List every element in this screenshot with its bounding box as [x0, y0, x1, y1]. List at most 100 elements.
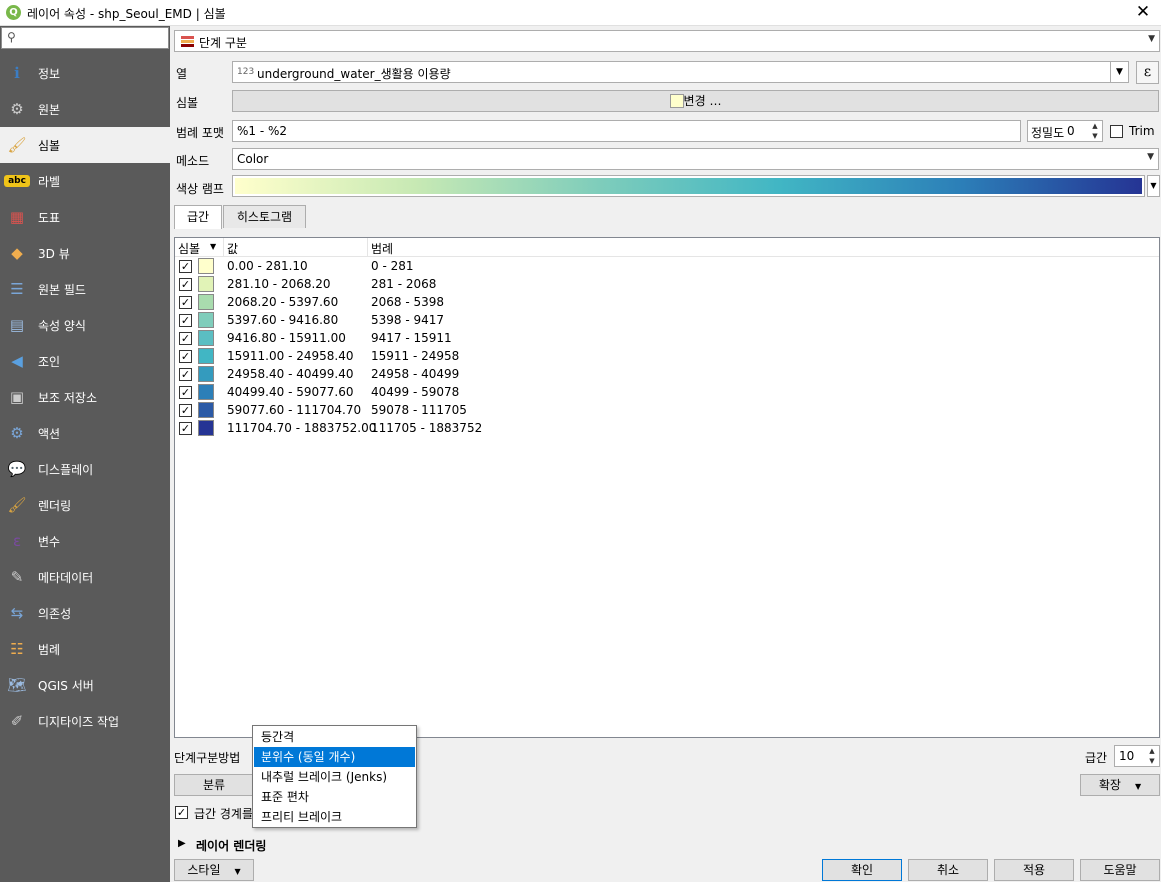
table-row[interactable]: ✓ 2068.20 - 5397.60 2068 - 5398 [175, 293, 1159, 311]
change-symbol-button[interactable]: 변경 … [232, 90, 1159, 112]
table-row[interactable]: ✓ 5397.60 - 9416.80 5398 - 9417 [175, 311, 1159, 329]
class-legend[interactable]: 59078 - 111705 [371, 403, 467, 417]
table-row[interactable]: ✓ 59077.60 - 111704.70 59078 - 111705 [175, 401, 1159, 419]
ok-button[interactable]: 확인 [822, 859, 902, 881]
cancel-button[interactable]: 취소 [908, 859, 988, 881]
sidebar-item[interactable]: ◀ 조인 [0, 343, 170, 379]
class-color-swatch[interactable] [198, 348, 214, 364]
class-color-swatch[interactable] [198, 258, 214, 274]
class-color-swatch[interactable] [198, 384, 214, 400]
table-row[interactable]: ✓ 281.10 - 2068.20 281 - 2068 [175, 275, 1159, 293]
table-row[interactable]: ✓ 0.00 - 281.10 0 - 281 [175, 257, 1159, 275]
advanced-button[interactable]: 확장 ▼ [1080, 774, 1160, 796]
class-color-swatch[interactable] [198, 312, 214, 328]
classes-count-spinbox[interactable]: 10 ▲ ▼ [1114, 745, 1160, 767]
class-value[interactable]: 2068.20 - 5397.60 [227, 295, 338, 309]
table-row[interactable]: ✓ 111704.70 - 1883752.00 111705 - 1883752 [175, 419, 1159, 437]
class-legend[interactable]: 24958 - 40499 [371, 367, 459, 381]
color-ramp-dropdown[interactable]: ▼ [1147, 175, 1160, 197]
spin-down-icon[interactable]: ▼ [1146, 756, 1158, 766]
close-button[interactable]: ✕ [1133, 2, 1153, 22]
sidebar-item[interactable]: ⚙ 액션 [0, 415, 170, 451]
legend-format-input[interactable]: %1 - %2 [232, 120, 1021, 142]
sidebar-item[interactable]: ◆ 3D 뷰 [0, 235, 170, 271]
classes-table[interactable]: 심볼 ▼ 값 범례 ✓ 0.00 - 281.10 0 - 281 ✓ 281.10 -… [174, 237, 1160, 738]
sidebar-item[interactable]: ▤ 속성 양식 [0, 307, 170, 343]
expression-button[interactable]: ε [1136, 61, 1159, 84]
sidebar-item[interactable]: ▣ 보조 저장소 [0, 379, 170, 415]
header-symbol[interactable]: 심볼 [178, 240, 200, 257]
sidebar-item[interactable]: ▦ 도표 [0, 199, 170, 235]
header-legend[interactable]: 범례 [371, 240, 393, 257]
layer-rendering-label[interactable]: 레이어 렌더링 [196, 837, 266, 854]
spin-down-icon[interactable]: ▼ [1089, 131, 1101, 141]
table-row[interactable]: ✓ 24958.40 - 40499.40 24958 - 40499 [175, 365, 1159, 383]
sidebar-item[interactable]: ⇆ 의존성 [0, 595, 170, 631]
classify-button[interactable]: 분류 [174, 774, 254, 796]
tab-classes[interactable]: 급간 [174, 205, 222, 229]
sidebar-item[interactable]: abc 라벨 [0, 163, 170, 199]
method-combo[interactable]: Color ▼ [232, 148, 1159, 170]
class-visible-checkbox[interactable]: ✓ [179, 278, 192, 291]
help-button[interactable]: 도움말 [1080, 859, 1160, 881]
class-value[interactable]: 24958.40 - 40499.40 [227, 367, 353, 381]
class-color-swatch[interactable] [198, 420, 214, 436]
class-legend[interactable]: 40499 - 59078 [371, 385, 459, 399]
class-legend[interactable]: 9417 - 15911 [371, 331, 452, 345]
class-visible-checkbox[interactable]: ✓ [179, 332, 192, 345]
mode-dropdown-popup[interactable]: 등간격 분위수 (동일 개수) 내추럴 브레이크 (Jenks) 표준 편차 프리티 브… [252, 725, 417, 828]
sidebar-item[interactable]: 🗺 QGIS 서버 [0, 667, 170, 703]
expand-arrow-icon[interactable]: ▶ [178, 838, 186, 849]
mode-option[interactable]: 등간격 [254, 727, 415, 747]
class-value[interactable]: 15911.00 - 24958.40 [227, 349, 353, 363]
renderer-type-combo[interactable]: 단계 구분 ▼ [174, 30, 1160, 52]
class-visible-checkbox[interactable]: ✓ [179, 422, 192, 435]
class-value[interactable]: 59077.60 - 111704.70 [227, 403, 361, 417]
class-legend[interactable]: 0 - 281 [371, 259, 414, 273]
sidebar-item[interactable]: 🖌 렌더링 [0, 487, 170, 523]
class-legend[interactable]: 15911 - 24958 [371, 349, 459, 363]
sidebar-item[interactable]: 🖌 심볼 [0, 127, 170, 163]
class-visible-checkbox[interactable]: ✓ [179, 314, 192, 327]
sidebar-item[interactable]: 💬 디스플레이 [0, 451, 170, 487]
sidebar-item[interactable]: ✎ 메타데이터 [0, 559, 170, 595]
spin-up-icon[interactable]: ▲ [1146, 746, 1158, 756]
header-value[interactable]: 값 [227, 240, 238, 257]
class-color-swatch[interactable] [198, 366, 214, 382]
mode-option[interactable]: 내추럴 브레이크 (Jenks) [254, 767, 415, 787]
sidebar-item[interactable]: ℹ 정보 [0, 55, 170, 91]
class-visible-checkbox[interactable]: ✓ [179, 296, 192, 309]
class-visible-checkbox[interactable]: ✓ [179, 386, 192, 399]
class-legend[interactable]: 281 - 2068 [371, 277, 436, 291]
sidebar-search-input[interactable]: ⚲ [1, 27, 169, 49]
apply-button[interactable]: 적용 [994, 859, 1074, 881]
class-color-swatch[interactable] [198, 402, 214, 418]
sidebar-item[interactable]: ε 변수 [0, 523, 170, 559]
class-legend[interactable]: 5398 - 9417 [371, 313, 444, 327]
sidebar-item[interactable]: ☰ 원본 필드 [0, 271, 170, 307]
column-combo[interactable]: 123 underground_water_생활용 이용량 ▼ [232, 61, 1129, 83]
sidebar-item[interactable]: ⚙ 원본 [0, 91, 170, 127]
trim-checkbox[interactable] [1110, 125, 1123, 138]
mode-option[interactable]: 표준 편차 [254, 787, 415, 807]
spin-up-icon[interactable]: ▲ [1089, 121, 1101, 131]
class-value[interactable]: 5397.60 - 9416.80 [227, 313, 338, 327]
sidebar-item[interactable]: ✐ 디지타이즈 작업 [0, 703, 170, 739]
class-legend[interactable]: 111705 - 1883752 [371, 421, 482, 435]
class-color-swatch[interactable] [198, 276, 214, 292]
style-button[interactable]: 스타일 ▼ [174, 859, 254, 881]
link-class-boundaries-checkbox[interactable]: ✓ [175, 806, 188, 819]
class-visible-checkbox[interactable]: ✓ [179, 368, 192, 381]
mode-option[interactable]: 프리티 브레이크 [254, 807, 415, 827]
table-row[interactable]: ✓ 40499.40 - 59077.60 40499 - 59078 [175, 383, 1159, 401]
class-color-swatch[interactable] [198, 330, 214, 346]
table-row[interactable]: ✓ 9416.80 - 15911.00 9417 - 15911 [175, 329, 1159, 347]
class-visible-checkbox[interactable]: ✓ [179, 404, 192, 417]
color-ramp-button[interactable] [232, 175, 1145, 197]
sidebar-item[interactable]: ☷ 범례 [0, 631, 170, 667]
class-value[interactable]: 9416.80 - 15911.00 [227, 331, 346, 345]
table-row[interactable]: ✓ 15911.00 - 24958.40 15911 - 24958 [175, 347, 1159, 365]
class-value[interactable]: 281.10 - 2068.20 [227, 277, 331, 291]
class-value[interactable]: 40499.40 - 59077.60 [227, 385, 353, 399]
tab-histogram[interactable]: 히스토그램 [223, 205, 306, 228]
